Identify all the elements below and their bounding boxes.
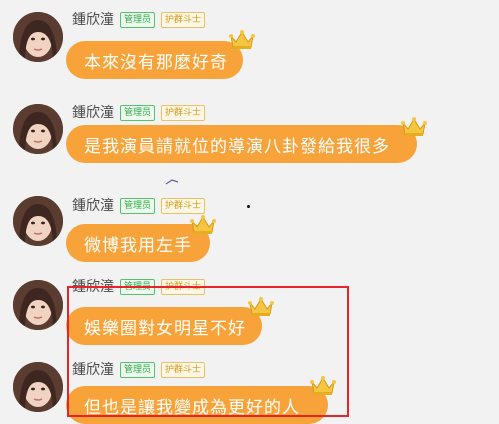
admin-badge: 管理员: [120, 198, 156, 214]
admin-badge: 管理员: [120, 12, 156, 28]
message-bubble[interactable]: 微博我用左手: [66, 224, 210, 262]
guard-badge: 护群斗士: [161, 198, 206, 214]
stray-dot: [247, 205, 250, 208]
guard-badge: 护群斗士: [161, 105, 206, 121]
chat-area: 鍾欣潼 管理员 护群斗士 本來沒有那麼好奇 鍾欣潼 管理员 护群斗士 是我演員請…: [0, 0, 499, 424]
username[interactable]: 鍾欣潼: [72, 12, 114, 28]
message-bubble[interactable]: 本來沒有那麼好奇: [66, 41, 243, 79]
avatar[interactable]: [13, 104, 63, 154]
message-meta: 鍾欣潼 管理员 护群斗士: [72, 12, 206, 28]
avatar[interactable]: [13, 12, 63, 62]
crown-icon: [401, 115, 427, 137]
message-bubble[interactable]: 是我演員請就位的導演八卦發給我很多: [66, 125, 417, 163]
highlight-box: [67, 286, 349, 417]
avatar[interactable]: [13, 362, 63, 412]
message-meta: 鍾欣潼 管理员 护群斗士: [72, 198, 206, 214]
crown-icon: [229, 28, 255, 50]
admin-badge: 管理员: [120, 105, 156, 121]
username[interactable]: 鍾欣潼: [72, 105, 114, 121]
avatar[interactable]: [13, 280, 63, 330]
crown-icon: [190, 213, 216, 235]
guard-badge: 护群斗士: [161, 12, 206, 28]
avatar[interactable]: [13, 196, 63, 246]
username[interactable]: 鍾欣潼: [72, 198, 114, 214]
message-meta: 鍾欣潼 管理员 护群斗士: [72, 105, 206, 121]
stray-mark: [165, 179, 179, 185]
